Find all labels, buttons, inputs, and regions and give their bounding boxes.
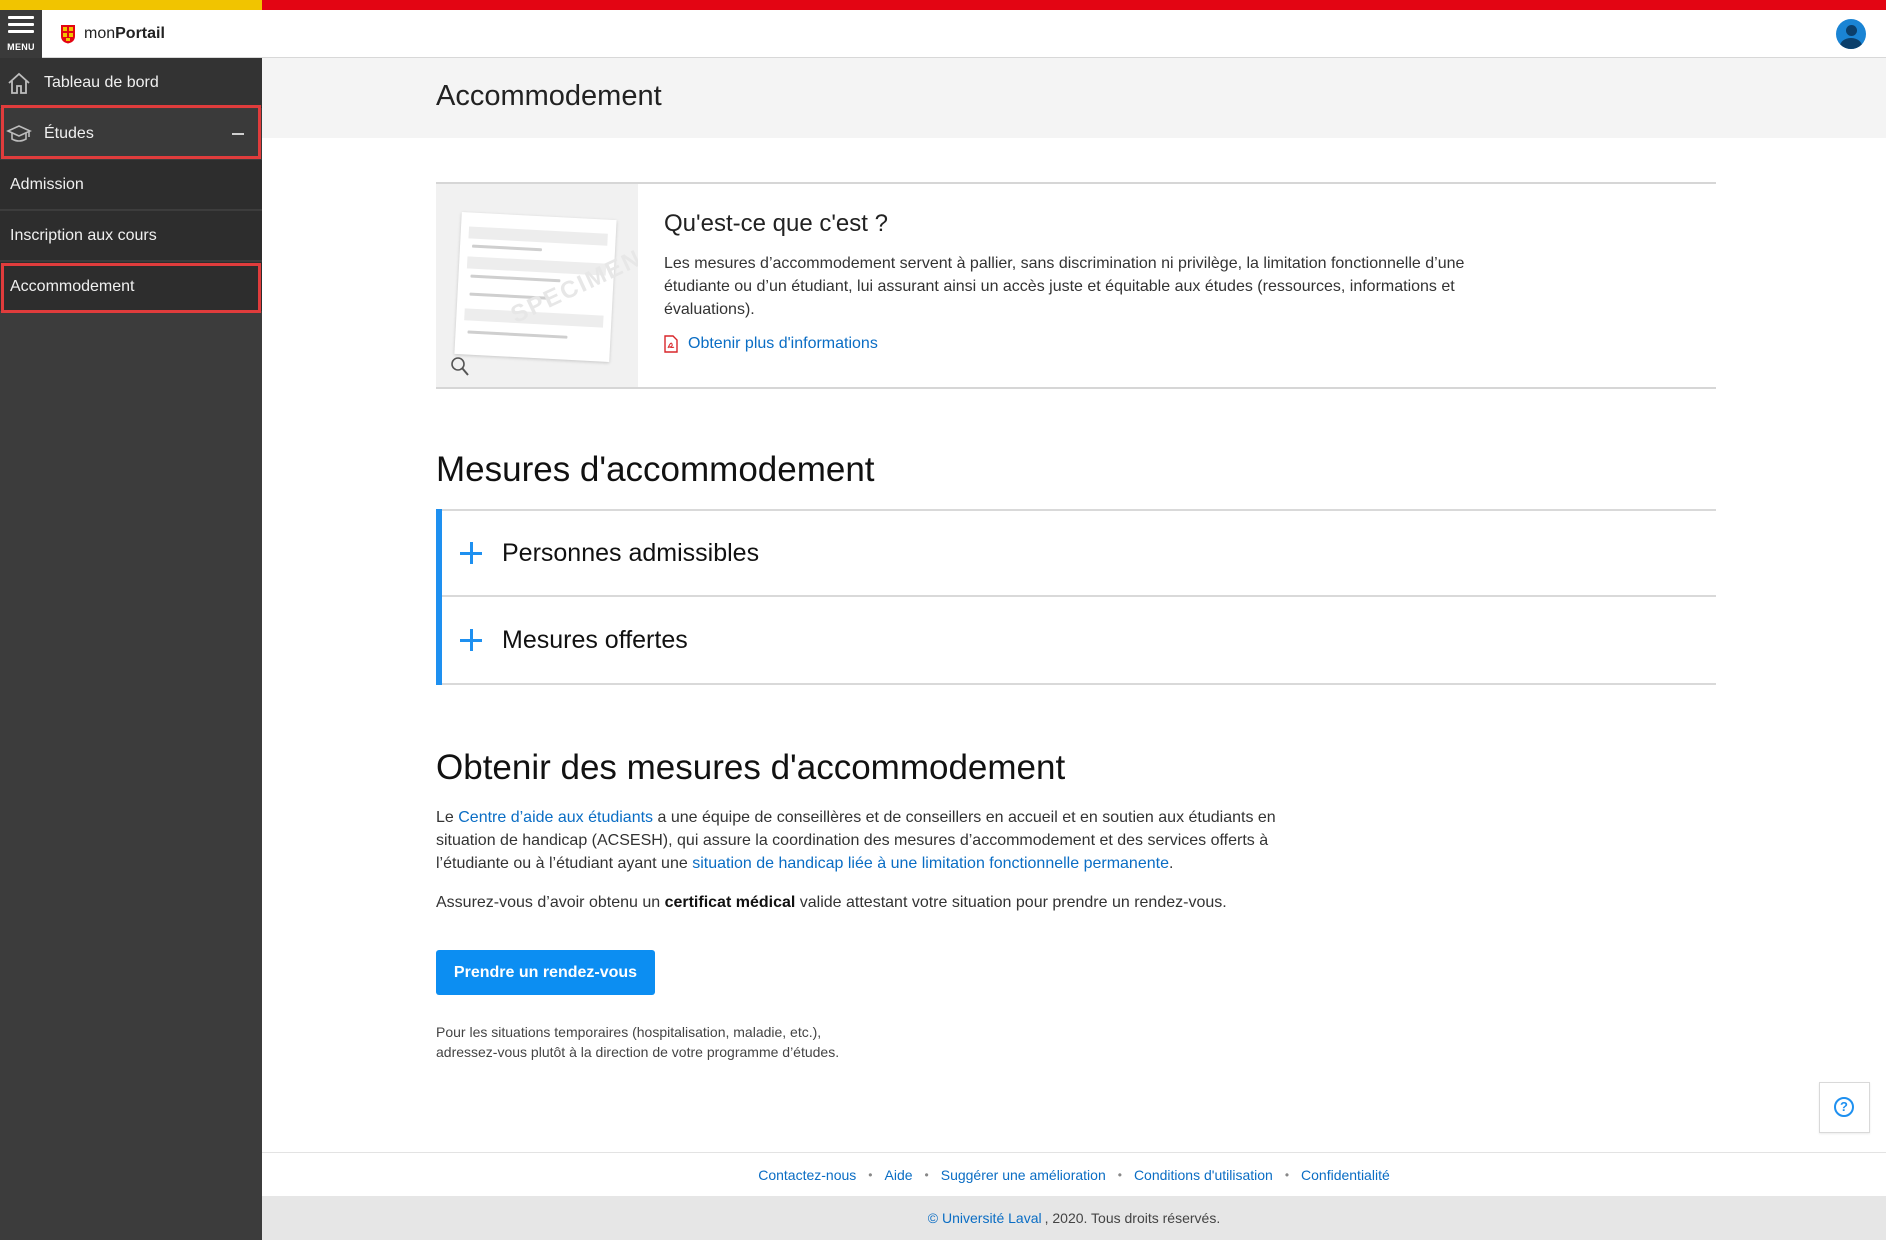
accordion-label: Mesures offertes xyxy=(502,625,688,654)
topbar: MENU monPortail xyxy=(0,10,1886,58)
prendre-rendez-vous-button[interactable]: Prendre un rendez-vous xyxy=(436,950,655,995)
magnifier-icon xyxy=(451,357,469,376)
text-fragment: . xyxy=(1168,855,1174,872)
info-card-text: Les mesures d’accommodement servent à pa… xyxy=(664,255,1465,318)
note-line: adressez-vous plutôt à la direction de v… xyxy=(436,1044,840,1060)
sidebar-item-accommodement[interactable]: Accommodement xyxy=(0,262,262,312)
sidebar-item-label: Admission xyxy=(10,175,84,193)
info-card-title: Qu'est-ce que c'est ? xyxy=(664,210,888,237)
footer-separator: • xyxy=(924,1168,929,1182)
note-line: Pour les situations temporaires (hospita… xyxy=(436,1024,822,1040)
info-card: SPECIMEN Qu'est-ce que c'est ? Les mesur… xyxy=(436,182,1716,389)
footer-links: Contactez-nous • Aide • Suggérer une amé… xyxy=(262,1152,1886,1197)
text-fragment: Assurez-vous d’avoir obtenu un xyxy=(436,894,661,911)
accordion-label: Personnes admissibles xyxy=(502,538,760,567)
menu-button[interactable]: MENU xyxy=(0,10,42,58)
paragraph-centre-aide: Le Centre d’aide aux étudiants a une équ… xyxy=(436,806,1336,875)
more-info-link[interactable]: Obtenir plus d'informations xyxy=(664,335,1524,353)
sidebar-item-tableau-de-bord[interactable]: Tableau de bord xyxy=(0,58,262,108)
document-preview-image: SPECIMEN xyxy=(454,212,638,362)
plus-icon xyxy=(460,629,482,651)
info-card-body: Qu'est-ce que c'est ? Les mesures d’acco… xyxy=(664,210,1524,353)
plus-icon xyxy=(460,542,482,564)
footer-link-aide[interactable]: Aide xyxy=(885,1167,913,1183)
collapse-icon[interactable] xyxy=(232,133,244,135)
sidebar-item-label: Tableau de bord xyxy=(44,73,159,91)
situation-handicap-link[interactable]: situation de handicap liée à une limitat… xyxy=(692,855,1169,872)
brand-logo-link[interactable]: monPortail xyxy=(60,22,165,46)
footer-copyright: © Université Laval, 2020. Tous droits ré… xyxy=(262,1196,1886,1240)
home-icon xyxy=(8,72,30,94)
sidebar-item-inscription-aux-cours[interactable]: Inscription aux cours xyxy=(0,211,262,261)
graduation-cap-icon xyxy=(6,125,32,142)
university-crest-icon xyxy=(61,25,75,44)
footer-link-conditions[interactable]: Conditions d'utilisation xyxy=(1134,1167,1273,1183)
hamburger-icon xyxy=(8,16,34,37)
sidebar-item-label: Inscription aux cours xyxy=(10,226,157,244)
page-header: Accommodement xyxy=(262,58,1886,138)
accent-yellow xyxy=(0,0,262,10)
section-title-obtenir: Obtenir des mesures d'accommodement xyxy=(436,748,1066,787)
accent-red xyxy=(262,0,1886,10)
sidebar-item-label: Accommodement xyxy=(10,277,135,295)
footer-separator: • xyxy=(1117,1168,1122,1182)
sidebar-item-label: Études xyxy=(44,125,94,142)
sidebar-item-etudes[interactable]: Études xyxy=(0,109,262,159)
paragraph-certificat: Assurez-vous d’avoir obtenu un certifica… xyxy=(436,891,1336,914)
accordion: Personnes admissibles Mesures offertes xyxy=(436,509,1716,685)
help-circle-icon: ? xyxy=(1834,1097,1854,1117)
temporary-situations-note: Pour les situations temporaires (hospita… xyxy=(436,1022,1036,1062)
certificat-medical-text: certificat médical xyxy=(664,894,796,911)
pdf-icon xyxy=(664,335,678,353)
page-title: Accommodement xyxy=(436,80,662,112)
text-fragment: valide attestant votre situation pour pr… xyxy=(799,894,1227,911)
centre-aide-link[interactable]: Centre d’aide aux étudiants xyxy=(458,809,653,826)
accordion-item-mesures-offertes[interactable]: Mesures offertes xyxy=(442,597,1716,685)
copyright-text: , 2020. Tous droits réservés. xyxy=(1044,1210,1221,1226)
top-accent-bar xyxy=(0,0,1886,10)
footer-link-contact[interactable]: Contactez-nous xyxy=(758,1167,856,1183)
footer-separator: • xyxy=(868,1168,873,1182)
brand-name: monPortail xyxy=(84,25,165,42)
sidebar: Tableau de bord Études Admission Inscrip… xyxy=(0,58,262,1240)
text-fragment: Le xyxy=(436,809,454,826)
more-info-link-label: Obtenir plus d'informations xyxy=(688,335,878,352)
document-thumbnail[interactable]: SPECIMEN xyxy=(436,184,638,387)
sidebar-item-admission[interactable]: Admission xyxy=(0,160,262,210)
main-content: Accommodement SPECIMEN Qu'est-ce que c'e… xyxy=(262,58,1886,1240)
user-avatar-icon[interactable] xyxy=(1836,19,1866,49)
accordion-item-personnes-admissibles[interactable]: Personnes admissibles xyxy=(442,509,1716,597)
section-title-mesures: Mesures d'accommodement xyxy=(436,450,875,489)
universite-laval-link[interactable]: © Université Laval xyxy=(928,1210,1042,1226)
menu-label: MENU xyxy=(7,42,35,52)
footer-separator: • xyxy=(1284,1168,1290,1182)
help-button[interactable]: ? xyxy=(1819,1082,1870,1133)
footer-link-confidentialite[interactable]: Confidentialité xyxy=(1301,1167,1390,1183)
footer-link-suggestion[interactable]: Suggérer une amélioration xyxy=(941,1167,1106,1183)
